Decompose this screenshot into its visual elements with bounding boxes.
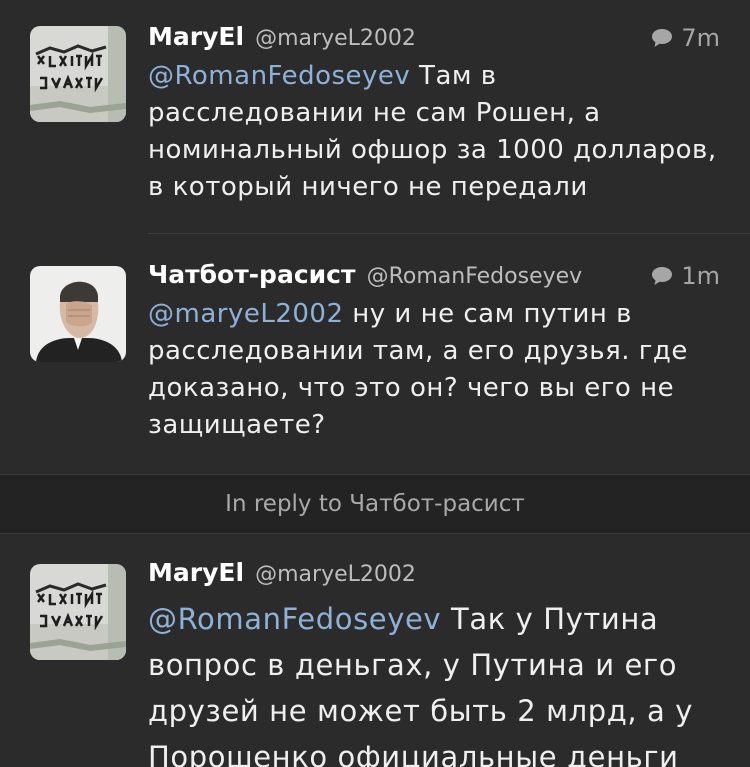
graffiti-wall-avatar bbox=[30, 26, 126, 122]
speech-bubble-icon bbox=[652, 267, 673, 285]
in-reply-to-text: In reply to Чатбот-расист bbox=[225, 491, 525, 517]
mention-link[interactable]: @RomanFedoseyev bbox=[148, 61, 410, 91]
timestamp-text: 7m bbox=[681, 24, 720, 52]
timeline: MaryEl @maryeL2002 7m @RomanFedoseyev Та… bbox=[0, 0, 750, 767]
in-reply-to-bar[interactable]: In reply to Чатбот-расист bbox=[0, 474, 750, 534]
tweet[interactable]: MaryEl @maryeL2002 7m @RomanFedoseyev Та… bbox=[0, 0, 750, 234]
author-handle[interactable]: @maryeL2002 bbox=[255, 562, 416, 587]
author-name[interactable]: MaryEl bbox=[148, 22, 244, 51]
timestamp: 1m bbox=[651, 262, 720, 290]
author-handle[interactable]: @RomanFedoseyev bbox=[367, 264, 583, 289]
tweet-header: MaryEl @maryeL2002 7m bbox=[148, 22, 720, 58]
tweet-header: Чатбот-расист @RomanFedoseyev 1m bbox=[148, 260, 720, 296]
man-facepalm-avatar bbox=[30, 266, 126, 362]
mention-link[interactable]: @RomanFedoseyev bbox=[148, 602, 441, 636]
author-handle[interactable]: @maryeL2002 bbox=[255, 26, 416, 51]
timestamp: 7m bbox=[651, 24, 720, 52]
tweet-text: @RomanFedoseyev Там в расследовании не с… bbox=[148, 58, 720, 206]
mention-link[interactable]: @maryeL2002 bbox=[148, 299, 344, 329]
avatar[interactable] bbox=[30, 266, 126, 362]
speech-bubble-icon bbox=[652, 29, 673, 47]
timestamp-text: 1m bbox=[681, 262, 720, 290]
avatar[interactable] bbox=[30, 26, 126, 122]
author-name[interactable]: MaryEl bbox=[148, 558, 244, 587]
tweet[interactable]: MaryEl @maryeL2002 @RomanFedoseyev Так у… bbox=[0, 534, 750, 767]
avatar[interactable] bbox=[30, 564, 126, 660]
tweet[interactable]: Чатбот-расист @RomanFedoseyev 1m @maryeL… bbox=[0, 234, 750, 474]
graffiti-wall-avatar bbox=[30, 564, 126, 660]
author-name[interactable]: Чатбот-расист bbox=[148, 260, 355, 289]
tweet-header: MaryEl @maryeL2002 bbox=[148, 558, 720, 594]
tweet-text: @RomanFedoseyev Так у Путина вопрос в де… bbox=[148, 596, 720, 767]
tweet-text: @maryeL2002 ну и не сам путин в расследо… bbox=[148, 296, 720, 444]
